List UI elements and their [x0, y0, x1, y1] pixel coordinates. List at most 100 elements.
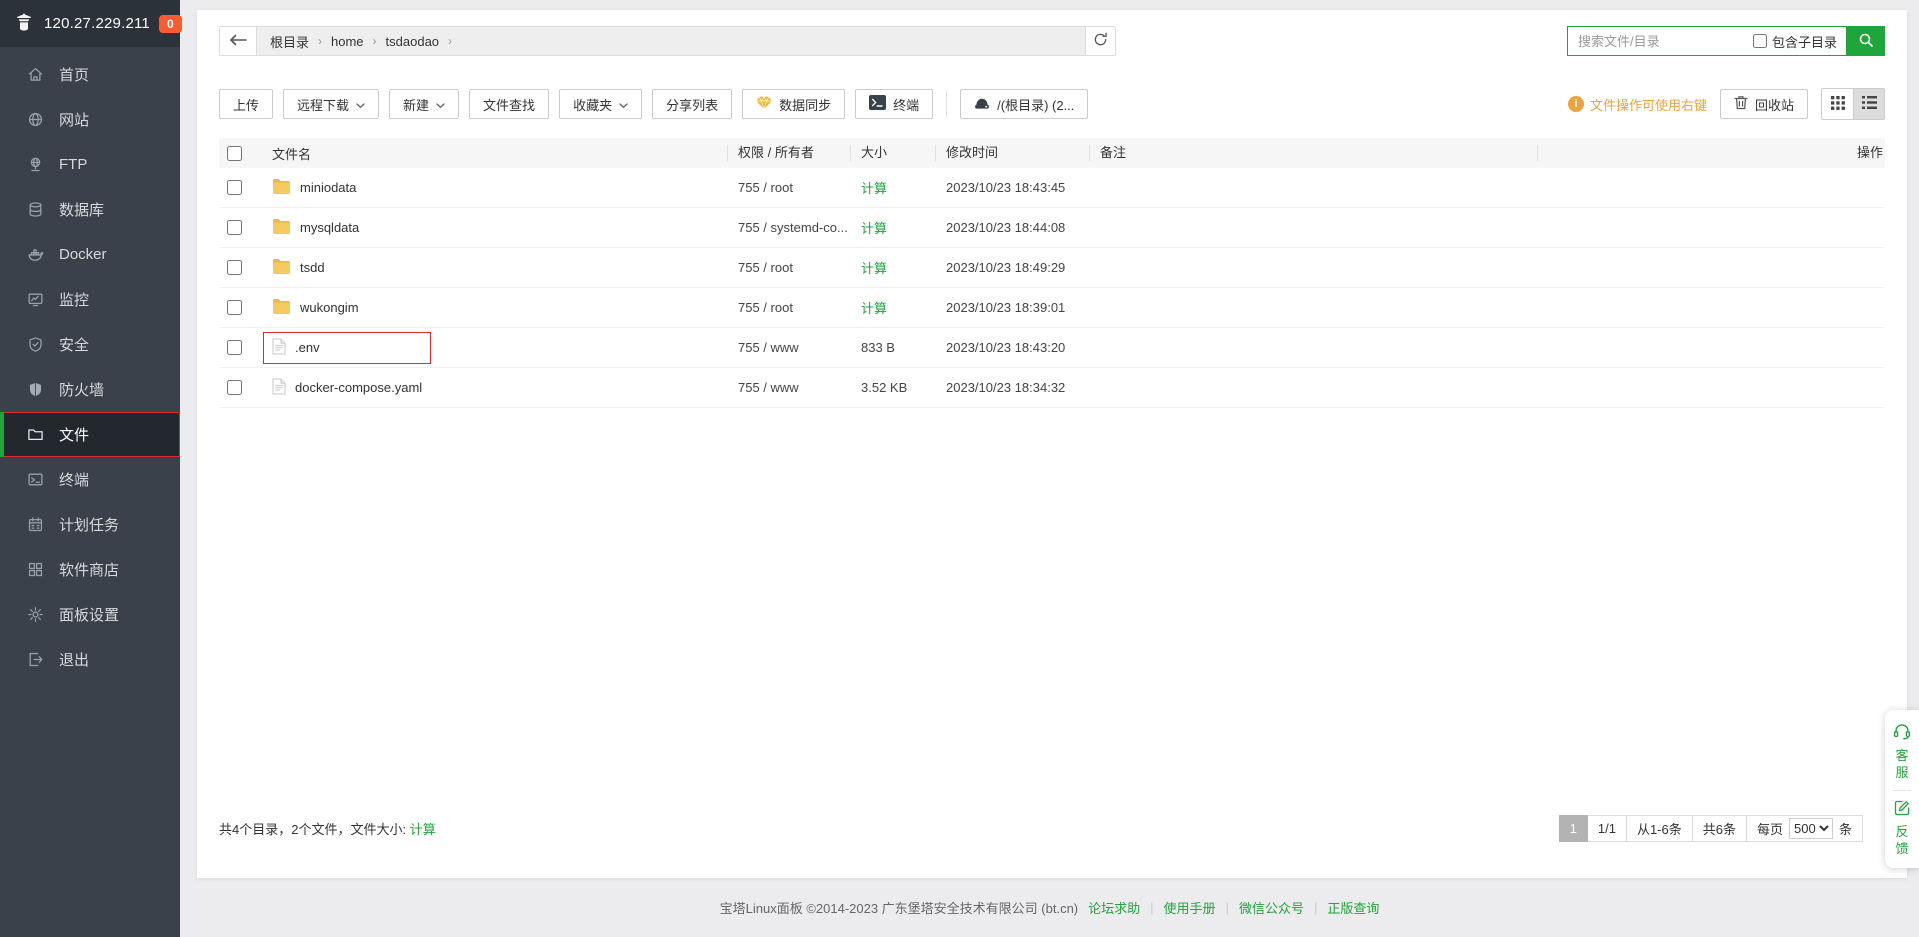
sidebar-item-settings[interactable]: 面板设置 — [0, 592, 180, 637]
sidebar-item-docker[interactable]: Docker — [0, 232, 180, 277]
include-subdir-checkbox[interactable] — [1753, 34, 1767, 48]
caret-down-icon — [619, 97, 628, 112]
compute-size-link[interactable]: 计算 — [861, 221, 887, 236]
sidebar-item-database[interactable]: 数据库 — [0, 187, 180, 232]
customer-service-label: 客服 — [1895, 747, 1909, 781]
customer-service-button[interactable]: 客服 — [1893, 723, 1911, 781]
file-name[interactable]: mysqldata — [300, 220, 359, 235]
footer-link[interactable]: 论坛求助 — [1088, 898, 1140, 917]
table-row[interactable]: tsdd755 / root计算2023/10/23 18:49:29 — [219, 248, 1885, 288]
grid-view-button[interactable] — [1822, 89, 1853, 119]
table-row[interactable]: wukongim755 / root计算2023/10/23 18:39:01 — [219, 288, 1885, 328]
new-button[interactable]: 新建 — [389, 89, 459, 119]
file-name[interactable]: docker-compose.yaml — [295, 380, 422, 395]
breadcrumb-item[interactable]: 根目录 — [270, 32, 309, 51]
root-disk-button[interactable]: /(根目录) (2... — [960, 89, 1088, 119]
database-icon — [27, 201, 44, 218]
sidebar-item-files[interactable]: 文件 — [0, 412, 180, 457]
column-header-size[interactable]: 大小 — [850, 145, 935, 161]
gem-icon — [756, 96, 772, 113]
list-view-button[interactable] — [1853, 89, 1884, 119]
select-all-checkbox[interactable] — [227, 146, 242, 161]
compute-size-link[interactable]: 计算 — [861, 261, 887, 276]
toolbar: 上传 远程下载 新建文件查找收藏夹分享列表 数据同步 终端 /(根目录) (2... i文件… — [219, 88, 1885, 120]
back-arrow-icon — [229, 34, 247, 49]
row-checkbox[interactable] — [227, 340, 242, 355]
back-button[interactable] — [220, 27, 257, 55]
sidebar-item-site[interactable]: 网站 — [0, 97, 180, 142]
breadcrumb-item[interactable]: tsdaodao — [386, 34, 440, 49]
footer-link[interactable]: 使用手册 — [1164, 898, 1216, 917]
column-header-action: 操作 — [1537, 145, 1885, 161]
page-number-current[interactable]: 1 — [1559, 815, 1588, 842]
recycle-bin-button[interactable]: 回收站 — [1720, 89, 1808, 119]
widget-divider — [1893, 790, 1911, 791]
sidebar-item-logout[interactable]: 退出 — [0, 637, 180, 682]
sidebar-item-cron[interactable]: 计划任务 — [0, 502, 180, 547]
file-name[interactable]: tsdd — [300, 260, 325, 275]
footer-link[interactable]: 正版查询 — [1327, 898, 1379, 917]
file-name[interactable]: miniodata — [300, 180, 356, 195]
gear-icon — [27, 606, 44, 623]
sidebar-item-label: 数据库 — [59, 199, 104, 220]
file-table: 文件名 权限 / 所有者 大小 修改时间 备注 操作 miniodata755 … — [219, 138, 1885, 408]
sidebar-item-label: 终端 — [59, 469, 89, 490]
compute-size-link[interactable]: 计算 — [861, 301, 887, 316]
file-name[interactable]: wukongim — [300, 300, 359, 315]
column-header-note[interactable]: 备注 — [1089, 145, 1537, 161]
caret-down-icon — [356, 97, 365, 112]
per-page-select[interactable]: 500 — [1789, 818, 1833, 839]
button-label: 上传 — [233, 95, 259, 114]
sidebar-item-ftp[interactable]: FTP — [0, 142, 180, 187]
column-header-name[interactable]: 文件名 — [272, 144, 727, 163]
sidebar-item-home[interactable]: 首页 — [0, 52, 180, 97]
data-sync-button[interactable]: 数据同步 — [742, 89, 845, 119]
favorites-button[interactable]: 收藏夹 — [559, 89, 642, 119]
search-icon — [1858, 32, 1874, 51]
summary-text: 共4个目录，2个文件，文件大小: — [219, 822, 410, 837]
button-label: 数据同步 — [779, 95, 831, 114]
file-permission: 755 / www — [727, 340, 850, 355]
file-permission: 755 / root — [727, 300, 850, 315]
footer-link[interactable]: 微信公众号 — [1239, 898, 1304, 917]
remote-download-button[interactable]: 远程下载 — [283, 89, 379, 119]
compute-size-link[interactable]: 计算 — [861, 181, 887, 196]
row-checkbox[interactable] — [227, 380, 242, 395]
baota-logo-icon — [13, 11, 35, 36]
row-checkbox[interactable] — [227, 260, 242, 275]
table-row[interactable]: .env755 / www833 B2023/10/23 18:43:20 — [219, 328, 1885, 368]
table-row[interactable]: miniodata755 / root计算2023/10/23 18:43:45 — [219, 168, 1885, 208]
message-count-badge[interactable]: 0 — [159, 15, 182, 33]
sidebar-item-security[interactable]: 安全 — [0, 322, 180, 367]
terminal-button[interactable]: 终端 — [855, 89, 933, 119]
column-header-mtime[interactable]: 修改时间 — [935, 145, 1089, 161]
sidebar-item-monitor[interactable]: 监控 — [0, 277, 180, 322]
sidebar-item-appstore[interactable]: 软件商店 — [0, 547, 180, 592]
refresh-button[interactable] — [1085, 27, 1115, 55]
row-checkbox[interactable] — [227, 300, 242, 315]
include-subdir-option[interactable]: 包含子目录 — [1753, 32, 1846, 51]
breadcrumb-item[interactable]: home — [331, 34, 364, 49]
table-row[interactable]: docker-compose.yaml755 / www3.52 KB2023/… — [219, 368, 1885, 408]
sidebar-item-label: FTP — [59, 156, 87, 173]
share-list-button[interactable]: 分享列表 — [652, 89, 732, 119]
footer-link-separator: | — [1314, 900, 1317, 915]
upload-button[interactable]: 上传 — [219, 89, 273, 119]
feedback-button[interactable]: 反馈 — [1894, 800, 1910, 857]
compute-size-link[interactable]: 计算 — [410, 822, 436, 837]
search-button[interactable] — [1846, 26, 1885, 56]
right-click-tip: i文件操作可使用右键 — [1568, 95, 1707, 114]
table-row[interactable]: mysqldata755 / systemd-co...计算2023/10/23… — [219, 208, 1885, 248]
sidebar-item-terminal[interactable]: 终端 — [0, 457, 180, 502]
column-header-perm[interactable]: 权限 / 所有者 — [727, 145, 850, 161]
search-box: 包含子目录 — [1567, 26, 1885, 56]
file-name[interactable]: .env — [295, 340, 320, 355]
row-checkbox[interactable] — [227, 220, 242, 235]
file-search-button[interactable]: 文件查找 — [469, 89, 549, 119]
server-ip[interactable]: 120.27.229.211 — [44, 15, 150, 32]
search-input[interactable] — [1568, 34, 1753, 49]
button-label: 远程下载 — [297, 95, 349, 114]
sidebar-item-firewall[interactable]: 防火墙 — [0, 367, 180, 412]
row-checkbox[interactable] — [227, 180, 242, 195]
button-label: /(根目录) (2... — [997, 95, 1074, 114]
